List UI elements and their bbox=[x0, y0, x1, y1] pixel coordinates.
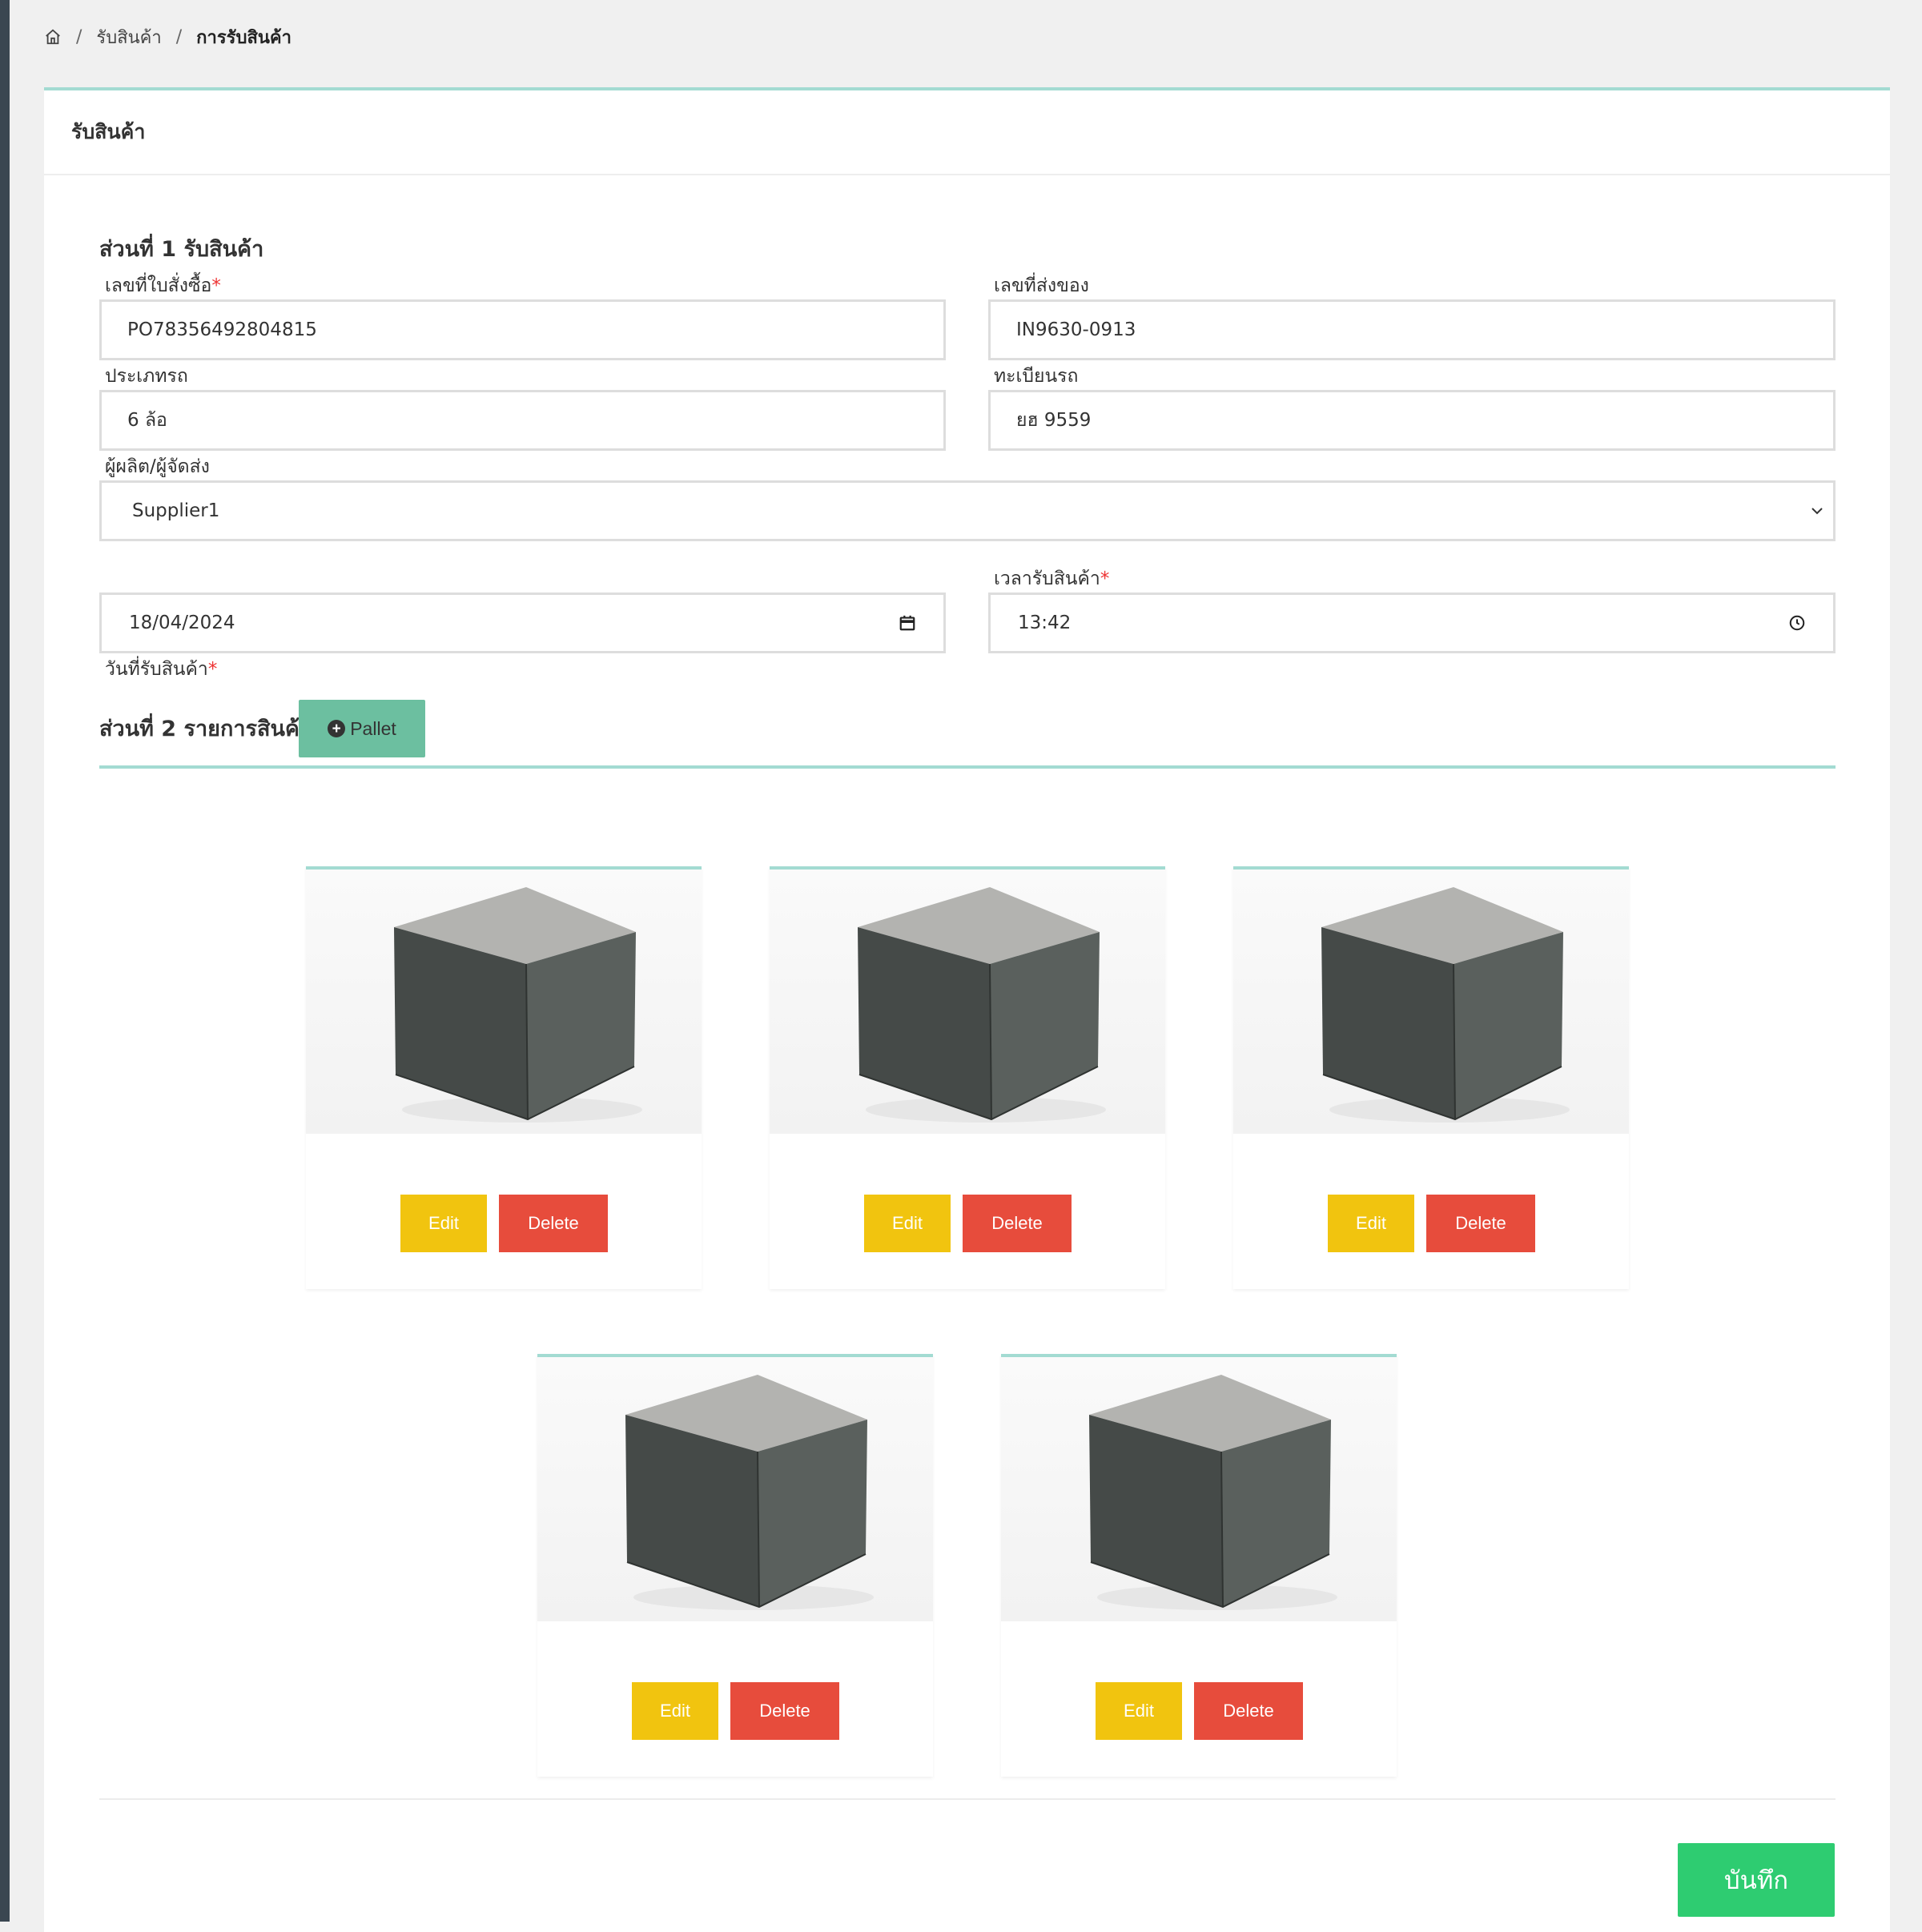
pallet-card: Edit Delete bbox=[1001, 1354, 1397, 1777]
vehicle-type-value: 6 ล้อ bbox=[127, 410, 167, 431]
edit-button[interactable]: Edit bbox=[1328, 1195, 1414, 1252]
product-box-image bbox=[770, 870, 1165, 1134]
receive-card: รับสินค้า ส่วนที่ 1 รับสินค้า เลขที่ใบสั… bbox=[44, 87, 1890, 1932]
receive-time-value: 13:42 bbox=[1018, 613, 1072, 633]
section2-title: ส่วนที่ 2 รายการสินค้า bbox=[99, 717, 312, 741]
plate-input[interactable]: ยฮ 9559 bbox=[988, 390, 1836, 451]
edit-button[interactable]: Edit bbox=[632, 1682, 718, 1740]
save-button[interactable]: บันทึก bbox=[1678, 1843, 1835, 1917]
delete-button[interactable]: Delete bbox=[730, 1682, 839, 1740]
plate-label: ทะเบียนรถ bbox=[994, 366, 1079, 387]
supplier-label: ผู้ผลิต/ผู้จัดส่ง bbox=[105, 456, 210, 477]
card-title: รับสินค้า bbox=[44, 90, 1890, 175]
product-box-image bbox=[306, 870, 702, 1134]
plate-value: ยฮ 9559 bbox=[1016, 410, 1092, 431]
pallet-card: Edit Delete bbox=[1233, 866, 1629, 1289]
receive-time-label: เวลารับสินค้า* bbox=[994, 564, 1109, 593]
delivery-number-label: เลขที่ส่งของ bbox=[994, 275, 1089, 296]
receive-date-label: วันที่รับสินค้า* bbox=[105, 655, 217, 684]
delete-button[interactable]: Delete bbox=[1426, 1195, 1535, 1252]
delivery-number-input[interactable]: IN9630-0913 bbox=[988, 299, 1836, 360]
plus-circle-icon: + bbox=[328, 720, 346, 737]
supplier-select[interactable]: Supplier1 bbox=[99, 480, 1836, 541]
pallet-card: Edit Delete bbox=[770, 866, 1165, 1289]
supplier-value: Supplier1 bbox=[132, 500, 220, 521]
po-number-value: PO78356492804815 bbox=[127, 319, 317, 340]
pallet-card: Edit Delete bbox=[537, 1354, 933, 1777]
chevron-down-icon bbox=[1809, 503, 1825, 519]
calendar-icon[interactable] bbox=[899, 614, 916, 632]
delete-button[interactable]: Delete bbox=[963, 1195, 1072, 1252]
po-number-label: เลขที่ใบสั่งซื้อ* bbox=[105, 271, 221, 300]
edit-button[interactable]: Edit bbox=[1096, 1682, 1182, 1740]
receive-date-label-text: วันที่รับสินค้า bbox=[105, 659, 208, 680]
receive-date-value: 18/04/2024 bbox=[129, 613, 235, 633]
product-box-image bbox=[537, 1357, 933, 1621]
receive-time-input[interactable]: 13:42 bbox=[988, 592, 1836, 653]
sidebar-edge bbox=[0, 0, 10, 1922]
delivery-number-value: IN9630-0913 bbox=[1016, 319, 1136, 340]
po-number-label-text: เลขที่ใบสั่งซื้อ bbox=[105, 275, 212, 296]
required-mark: * bbox=[211, 275, 221, 296]
add-pallet-button[interactable]: + Pallet bbox=[299, 700, 425, 757]
delete-button[interactable]: Delete bbox=[499, 1195, 608, 1252]
vehicle-type-label: ประเภทรถ bbox=[105, 366, 188, 387]
clock-icon[interactable] bbox=[1788, 614, 1806, 632]
product-box-image bbox=[1001, 1357, 1397, 1621]
breadcrumb-link-receive[interactable]: รับสินค้า bbox=[96, 23, 161, 51]
edit-button[interactable]: Edit bbox=[400, 1195, 487, 1252]
home-icon[interactable] bbox=[44, 28, 62, 46]
breadcrumb-current: การรับสินค้า bbox=[196, 27, 292, 48]
edit-button[interactable]: Edit bbox=[864, 1195, 951, 1252]
receive-time-label-text: เวลารับสินค้า bbox=[994, 568, 1100, 589]
required-mark: * bbox=[207, 659, 218, 680]
breadcrumb: / รับสินค้า / การรับสินค้า bbox=[44, 22, 292, 51]
add-pallet-label: Pallet bbox=[350, 717, 396, 739]
breadcrumb-separator: / bbox=[175, 26, 183, 47]
required-mark: * bbox=[1100, 568, 1110, 589]
po-number-input[interactable]: PO78356492804815 bbox=[99, 299, 946, 360]
product-box-image bbox=[1233, 870, 1629, 1134]
vehicle-type-input[interactable]: 6 ล้อ bbox=[99, 390, 946, 451]
pallet-items-panel: Edit Delete Edit Delete Edit Delete Edit… bbox=[99, 769, 1836, 1800]
pallet-card: Edit Delete bbox=[306, 866, 702, 1289]
breadcrumb-separator: / bbox=[76, 26, 82, 47]
receive-date-input[interactable]: 18/04/2024 bbox=[99, 592, 946, 653]
delete-button[interactable]: Delete bbox=[1194, 1682, 1303, 1740]
section1-title: ส่วนที่ 1 รับสินค้า bbox=[99, 237, 264, 262]
